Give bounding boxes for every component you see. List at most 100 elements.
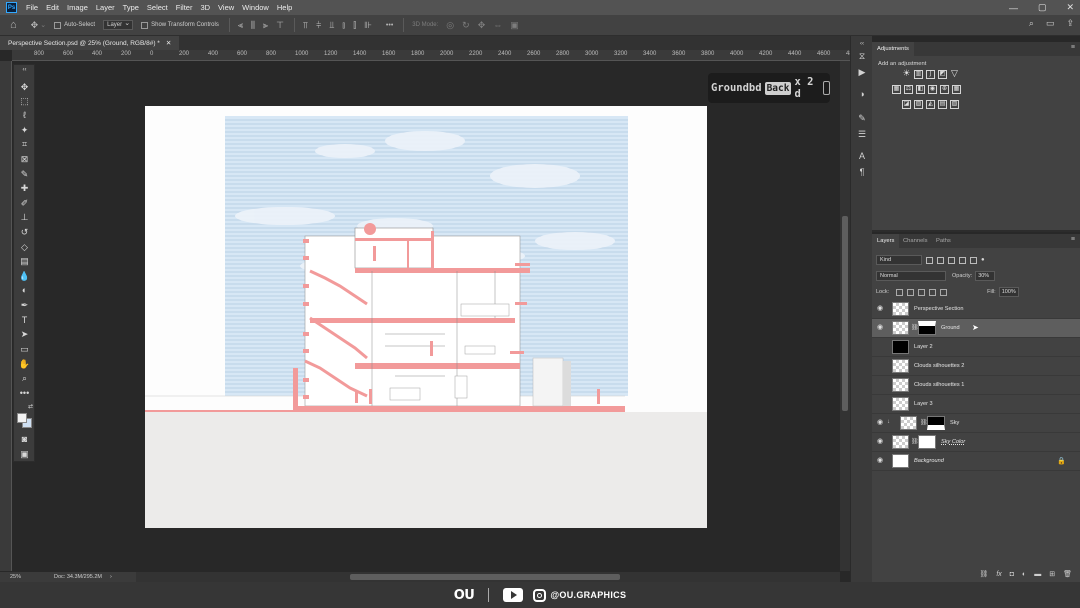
distribute-center-icon[interactable]: ⫿: [353, 20, 356, 31]
healing-tool-icon[interactable]: ✚: [16, 182, 33, 195]
visibility-eye-icon[interactable]: ◉: [877, 419, 886, 426]
panel-menu-icon[interactable]: ≡: [1071, 236, 1075, 243]
layer-row-ground[interactable]: ◉ ⛓ Ground ➤: [872, 319, 1080, 338]
minimize-button[interactable]: —: [1009, 3, 1018, 13]
collapse-toolbar-icon[interactable]: ‹‹: [16, 64, 33, 77]
layer-row-sky-color[interactable]: ◉ ⛓ Sky Color: [872, 433, 1080, 452]
type-tool-icon[interactable]: T: [16, 314, 33, 327]
orbit-3d-icon[interactable]: ◎: [446, 20, 454, 31]
lock-all-icon[interactable]: [940, 288, 948, 296]
distribute-right-icon[interactable]: ⊪: [364, 20, 372, 31]
distribute-bottom-icon[interactable]: ⫫: [329, 20, 334, 31]
menu-view[interactable]: View: [214, 3, 238, 12]
share-icon[interactable]: ⇪: [1066, 18, 1074, 29]
lock-artboard-icon[interactable]: [929, 288, 937, 296]
close-tab-icon[interactable]: ✕: [166, 39, 171, 47]
color-lookup-icon[interactable]: ▦: [952, 85, 961, 94]
layer-mask-thumbnail[interactable]: [918, 435, 936, 449]
layer-row-perspective-section[interactable]: ◉ Perspective Section: [872, 300, 1080, 319]
lock-image-icon[interactable]: [907, 288, 915, 296]
search-icon[interactable]: ⌕: [1029, 18, 1034, 29]
pan-3d-icon[interactable]: ✥: [478, 20, 486, 31]
menu-type[interactable]: Type: [119, 3, 143, 12]
layer-row-clouds-silhouettes-1[interactable]: Clouds silhouettes 1: [872, 376, 1080, 395]
align-right-icon[interactable]: ⫸: [263, 20, 268, 31]
workspace-icon[interactable]: ▭: [1046, 18, 1055, 29]
brightness-icon[interactable]: ☀: [902, 69, 911, 79]
marquee-tool-icon[interactable]: ⬚: [16, 95, 33, 108]
selective-color-icon[interactable]: ▧: [950, 100, 959, 109]
delete-layer-icon[interactable]: 🗑: [1063, 570, 1072, 578]
visibility-empty-box[interactable]: [877, 382, 886, 388]
paragraph-icon[interactable]: ¶: [855, 166, 869, 178]
new-layer-icon[interactable]: ⊞: [1049, 570, 1055, 578]
menu-select[interactable]: Select: [143, 3, 172, 12]
hue-saturation-icon[interactable]: ▦: [892, 85, 901, 94]
layer-mask-thumbnail[interactable]: [918, 321, 936, 335]
new-group-icon[interactable]: ▬: [1034, 571, 1041, 578]
visibility-eye-icon[interactable]: ◉: [877, 305, 886, 312]
maximize-button[interactable]: ▢: [1038, 2, 1047, 13]
distribute-top-icon[interactable]: ⫪: [303, 20, 308, 31]
menu-file[interactable]: File: [22, 3, 42, 12]
gradient-map-icon[interactable]: ▤: [938, 100, 947, 109]
auto-select-option[interactable]: Auto-Select: [54, 21, 95, 29]
more-options-button[interactable]: •••: [386, 22, 393, 29]
new-adjustment-icon[interactable]: ◐: [1022, 571, 1026, 578]
hand-tool-icon[interactable]: ✋: [16, 358, 33, 371]
layer-row-layer-3[interactable]: Layer 3: [872, 395, 1080, 414]
align-top-icon[interactable]: ⊤: [276, 20, 284, 31]
color-balance-icon[interactable]: ⚖: [904, 85, 913, 94]
path-selection-tool-icon[interactable]: ➤: [16, 328, 33, 341]
distribute-middle-icon[interactable]: ⫩: [316, 20, 321, 31]
collapse-panels-icon[interactable]: ‹‹: [855, 38, 869, 50]
filter-kind-dropdown[interactable]: Kind: [876, 255, 922, 265]
layer-row-sky[interactable]: ◉ ↓ ⛓ Sky: [872, 414, 1080, 433]
blur-tool-icon[interactable]: 💧: [16, 270, 33, 283]
align-center-icon[interactable]: ⫼: [251, 20, 255, 31]
exposure-icon[interactable]: ◩: [938, 70, 947, 79]
foreground-color-swatch[interactable]: [17, 413, 27, 423]
horizontal-ruler[interactable]: 800 600 400 200 0 200 400 600 800 1000 1200 1400 160…: [12, 50, 850, 61]
show-transform-option[interactable]: Show Transform Controls: [141, 21, 219, 29]
document-tab[interactable]: Perspective Section.psd @ 25% (Ground, R…: [0, 36, 180, 50]
layer-row-layer-2[interactable]: Layer 2: [872, 338, 1080, 357]
status-menu-icon[interactable]: ›: [110, 574, 112, 580]
chevron-down-icon[interactable]: ⌄: [40, 21, 46, 29]
posterize-icon[interactable]: ▨: [914, 100, 923, 109]
close-window-button[interactable]: ✕: [1066, 2, 1074, 13]
blend-mode-dropdown[interactable]: Normal: [876, 271, 946, 281]
filter-shape-icon[interactable]: [959, 256, 966, 264]
lasso-tool-icon[interactable]: ℓ: [16, 109, 33, 122]
visibility-empty-box[interactable]: [877, 363, 886, 369]
auto-select-target-dropdown[interactable]: Layer: [103, 19, 134, 30]
vertical-scrollbar[interactable]: [840, 61, 850, 571]
document-canvas[interactable]: [145, 106, 707, 528]
curves-icon[interactable]: ∫: [926, 70, 935, 79]
filter-toggle-icon[interactable]: ●: [981, 257, 985, 263]
frame-tool-icon[interactable]: ⊠: [16, 153, 33, 166]
menu-window[interactable]: Window: [238, 3, 273, 12]
move-tool-preset-icon[interactable]: ✥: [31, 20, 39, 31]
slide-3d-icon[interactable]: ⇔: [493, 20, 502, 30]
quick-mask-icon[interactable]: ◙: [16, 433, 33, 446]
distribute-left-icon[interactable]: ⫾: [342, 20, 345, 31]
layer-row-clouds-silhouettes-2[interactable]: Clouds silhouettes 2: [872, 357, 1080, 376]
zoom-level[interactable]: 25%: [0, 574, 40, 580]
show-transform-checkbox[interactable]: [141, 21, 149, 29]
photo-filter-icon[interactable]: ◉: [928, 85, 937, 94]
vertical-ruler[interactable]: [0, 61, 12, 571]
lock-transparent-icon[interactable]: [896, 288, 904, 296]
clone-stamp-tool-icon[interactable]: ⊥: [16, 211, 33, 224]
brush-settings-icon[interactable]: ✎: [855, 112, 869, 124]
eyedropper-tool-icon[interactable]: ✎: [16, 168, 33, 181]
layer-row-background[interactable]: ◉ Background 🔒: [872, 452, 1080, 471]
gradient-tool-icon[interactable]: ▤: [16, 255, 33, 268]
eraser-tool-icon[interactable]: ◇: [16, 241, 33, 254]
zoom-tool-icon[interactable]: ⌕: [16, 372, 33, 385]
invert-icon[interactable]: ◪: [902, 100, 911, 109]
vibrance-icon[interactable]: ▽: [950, 69, 959, 79]
tab-paths[interactable]: Paths: [931, 234, 956, 248]
crop-tool-icon[interactable]: ⌗: [16, 138, 33, 151]
scale-3d-icon[interactable]: ▣: [510, 20, 519, 31]
